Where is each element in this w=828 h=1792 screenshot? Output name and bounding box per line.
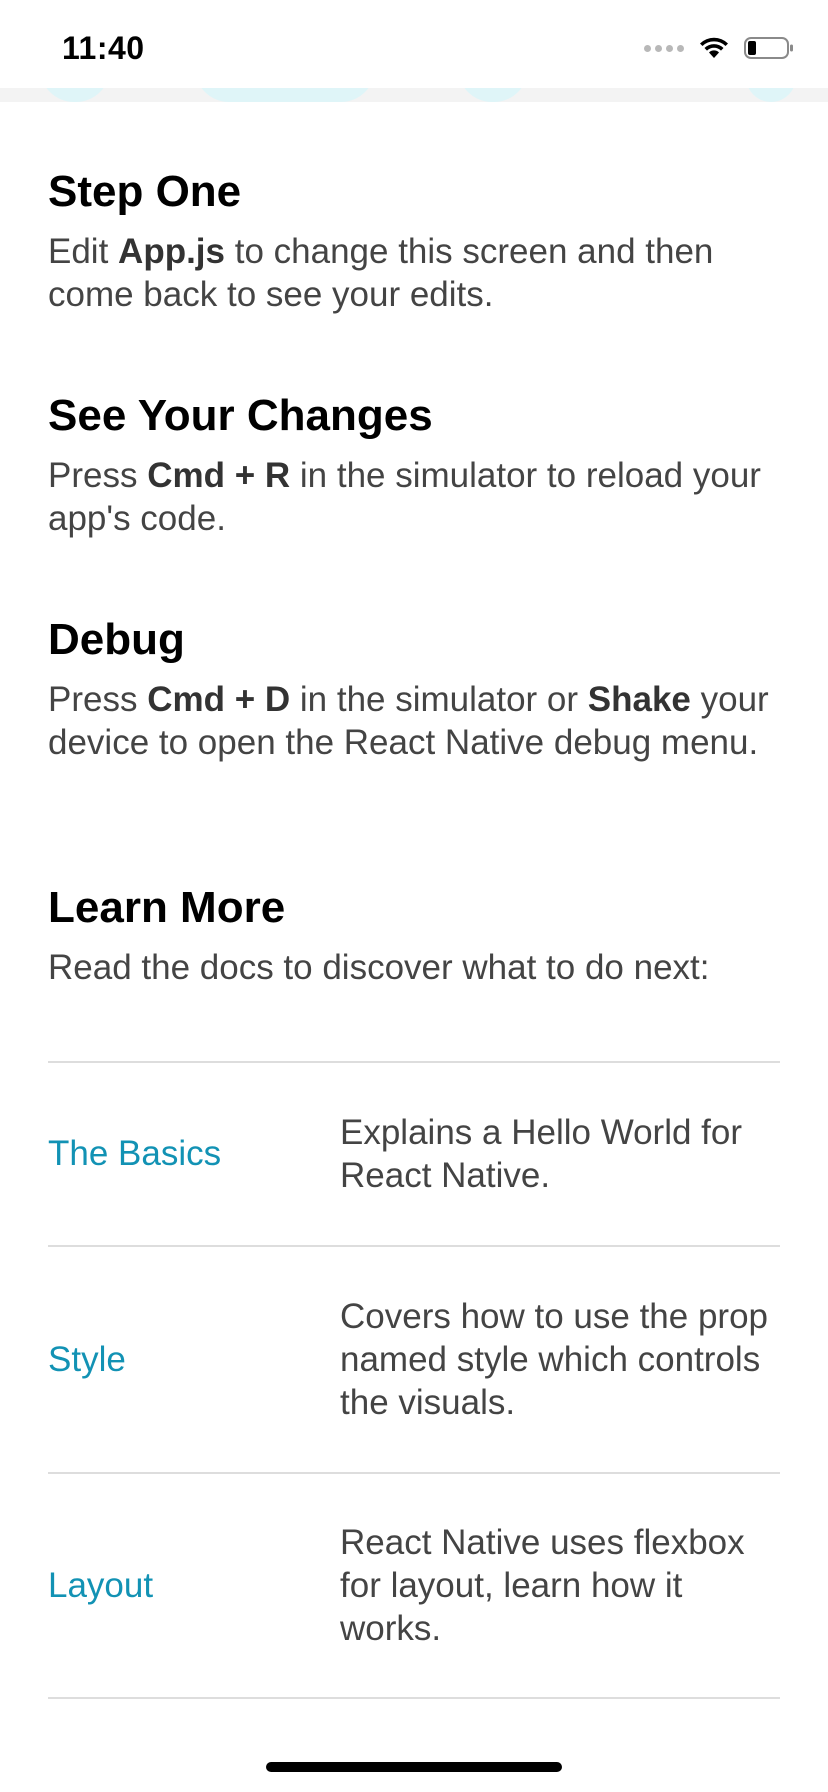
link-row-style[interactable]: Style Covers how to use the prop named s… (48, 1245, 780, 1472)
battery-icon (744, 37, 793, 59)
section-title: Step One (48, 167, 242, 216)
status-time: 11:40 (62, 30, 145, 66)
status-indicators (644, 36, 794, 60)
section-title: See Your Changes (48, 391, 433, 440)
section-debug: Debug Press Cmd + D in the simulator or … (48, 614, 780, 764)
link-title[interactable]: Layout (48, 1566, 340, 1606)
link-description: Covers how to use the prop named style w… (340, 1297, 769, 1422)
wifi-icon (700, 37, 728, 58)
link-row-layout[interactable]: Layout React Native uses flexbox for lay… (48, 1472, 780, 1699)
link-description: Explains a Hello World for React Native. (340, 1113, 743, 1195)
section-title: Learn More (48, 883, 286, 932)
section-description: Press Cmd + R in the simulator to reload… (48, 456, 761, 538)
link-title[interactable]: The Basics (48, 1134, 340, 1174)
section-step-one: Step One Edit App.js to change this scre… (48, 166, 780, 316)
header-decoration (0, 88, 828, 102)
section-title: Debug (48, 615, 185, 664)
link-row-the-basics[interactable]: The Basics Explains a Hello World for Re… (48, 1061, 780, 1245)
section-description: Read the docs to discover what to do nex… (48, 948, 710, 987)
section-learn-more: Learn More Read the docs to discover wha… (48, 882, 780, 989)
status-bar: 11:40 (0, 0, 828, 88)
link-description: React Native uses flexbox for layout, le… (340, 1523, 745, 1648)
cellular-signal-icon (644, 44, 684, 52)
docs-link-list: The Basics Explains a Hello World for Re… (48, 1061, 780, 1699)
section-see-your-changes: See Your Changes Press Cmd + R in the si… (48, 390, 780, 540)
section-description: Edit App.js to change this screen and th… (48, 232, 714, 314)
link-title[interactable]: Style (48, 1340, 340, 1380)
section-description: Press Cmd + D in the simulator or Shake … (48, 680, 769, 762)
home-indicator[interactable] (266, 1762, 562, 1772)
